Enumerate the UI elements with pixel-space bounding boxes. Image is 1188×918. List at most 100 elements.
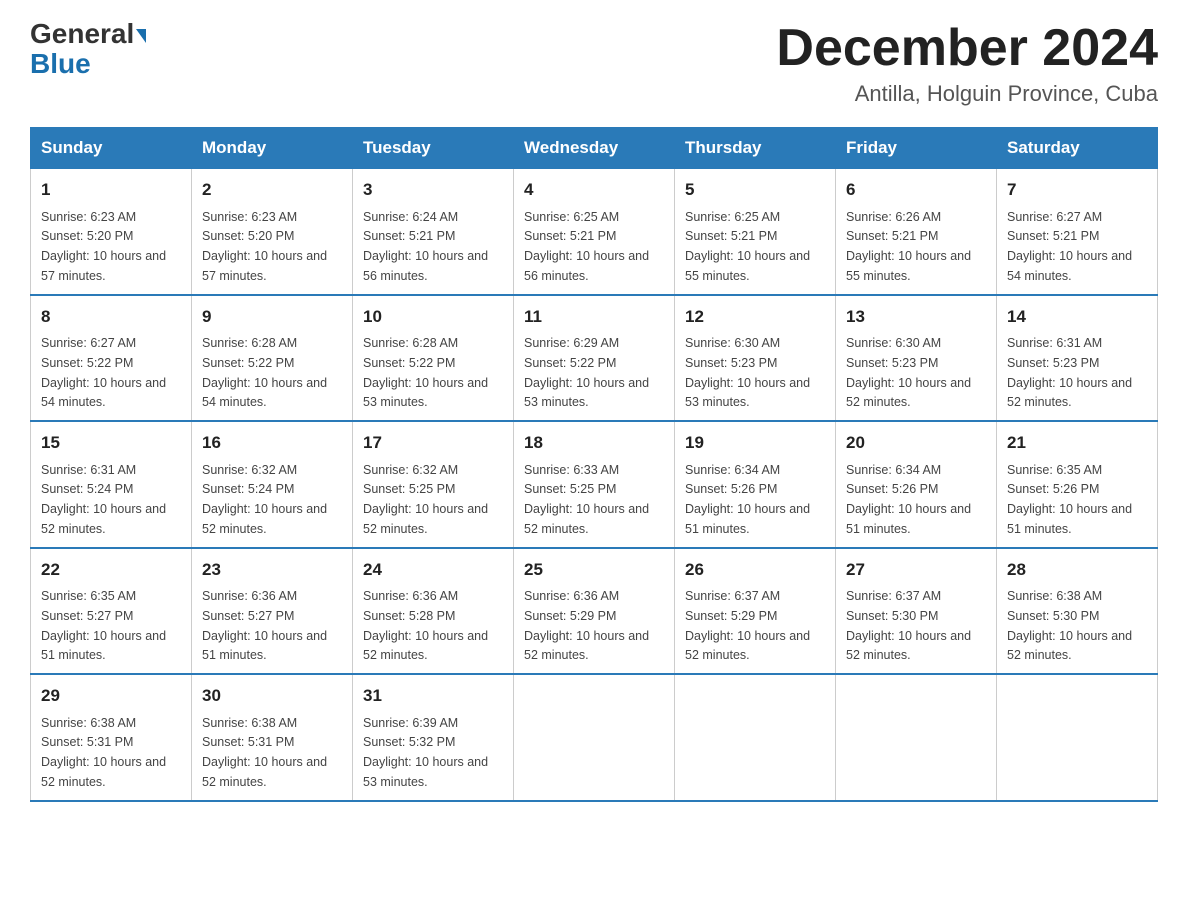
day-cell: 15 Sunrise: 6:31 AM Sunset: 5:24 PM Dayl… [31, 421, 192, 548]
day-number: 13 [846, 304, 986, 330]
day-daylight: Daylight: 10 hours and 57 minutes. [41, 249, 166, 283]
day-number: 30 [202, 683, 342, 709]
day-sunrise: Sunrise: 6:35 AM [41, 589, 136, 603]
day-daylight: Daylight: 10 hours and 53 minutes. [685, 376, 810, 410]
day-sunrise: Sunrise: 6:24 AM [363, 210, 458, 224]
day-number: 19 [685, 430, 825, 456]
day-sunset: Sunset: 5:22 PM [363, 356, 455, 370]
day-daylight: Daylight: 10 hours and 55 minutes. [846, 249, 971, 283]
day-number: 7 [1007, 177, 1147, 203]
day-number: 21 [1007, 430, 1147, 456]
day-number: 23 [202, 557, 342, 583]
day-sunrise: Sunrise: 6:31 AM [41, 463, 136, 477]
day-cell: 16 Sunrise: 6:32 AM Sunset: 5:24 PM Dayl… [192, 421, 353, 548]
logo: General Blue [30, 20, 146, 78]
day-sunset: Sunset: 5:32 PM [363, 735, 455, 749]
logo-general-line: General [30, 20, 146, 48]
day-cell: 29 Sunrise: 6:38 AM Sunset: 5:31 PM Dayl… [31, 674, 192, 801]
column-header-thursday: Thursday [675, 128, 836, 169]
day-sunset: Sunset: 5:28 PM [363, 609, 455, 623]
day-sunrise: Sunrise: 6:38 AM [41, 716, 136, 730]
day-sunset: Sunset: 5:24 PM [202, 482, 294, 496]
day-sunrise: Sunrise: 6:27 AM [1007, 210, 1102, 224]
day-cell: 1 Sunrise: 6:23 AM Sunset: 5:20 PM Dayli… [31, 169, 192, 295]
column-header-sunday: Sunday [31, 128, 192, 169]
day-sunrise: Sunrise: 6:38 AM [1007, 589, 1102, 603]
day-number: 9 [202, 304, 342, 330]
day-sunrise: Sunrise: 6:32 AM [202, 463, 297, 477]
day-cell: 12 Sunrise: 6:30 AM Sunset: 5:23 PM Dayl… [675, 295, 836, 422]
day-number: 11 [524, 304, 664, 330]
day-cell: 24 Sunrise: 6:36 AM Sunset: 5:28 PM Dayl… [353, 548, 514, 675]
day-number: 16 [202, 430, 342, 456]
day-sunset: Sunset: 5:22 PM [524, 356, 616, 370]
day-cell: 18 Sunrise: 6:33 AM Sunset: 5:25 PM Dayl… [514, 421, 675, 548]
day-number: 25 [524, 557, 664, 583]
day-cell: 6 Sunrise: 6:26 AM Sunset: 5:21 PM Dayli… [836, 169, 997, 295]
day-number: 26 [685, 557, 825, 583]
column-header-tuesday: Tuesday [353, 128, 514, 169]
day-number: 20 [846, 430, 986, 456]
day-sunset: Sunset: 5:22 PM [41, 356, 133, 370]
day-number: 2 [202, 177, 342, 203]
day-sunset: Sunset: 5:23 PM [846, 356, 938, 370]
day-cell [836, 674, 997, 801]
day-sunrise: Sunrise: 6:37 AM [685, 589, 780, 603]
day-sunset: Sunset: 5:23 PM [1007, 356, 1099, 370]
day-sunrise: Sunrise: 6:32 AM [363, 463, 458, 477]
logo-general-text: General [30, 18, 146, 49]
location-subtitle: Antilla, Holguin Province, Cuba [776, 81, 1158, 107]
day-sunset: Sunset: 5:31 PM [41, 735, 133, 749]
day-sunrise: Sunrise: 6:27 AM [41, 336, 136, 350]
day-sunrise: Sunrise: 6:38 AM [202, 716, 297, 730]
day-cell [514, 674, 675, 801]
day-cell: 19 Sunrise: 6:34 AM Sunset: 5:26 PM Dayl… [675, 421, 836, 548]
day-daylight: Daylight: 10 hours and 51 minutes. [41, 629, 166, 663]
day-cell: 21 Sunrise: 6:35 AM Sunset: 5:26 PM Dayl… [997, 421, 1158, 548]
day-number: 29 [41, 683, 181, 709]
day-sunrise: Sunrise: 6:25 AM [685, 210, 780, 224]
day-sunset: Sunset: 5:26 PM [1007, 482, 1099, 496]
day-number: 10 [363, 304, 503, 330]
day-sunset: Sunset: 5:22 PM [202, 356, 294, 370]
day-sunrise: Sunrise: 6:30 AM [685, 336, 780, 350]
column-header-saturday: Saturday [997, 128, 1158, 169]
calendar-header-row: SundayMondayTuesdayWednesdayThursdayFrid… [31, 128, 1158, 169]
day-cell: 9 Sunrise: 6:28 AM Sunset: 5:22 PM Dayli… [192, 295, 353, 422]
day-cell: 10 Sunrise: 6:28 AM Sunset: 5:22 PM Dayl… [353, 295, 514, 422]
day-sunset: Sunset: 5:31 PM [202, 735, 294, 749]
column-header-wednesday: Wednesday [514, 128, 675, 169]
day-sunrise: Sunrise: 6:30 AM [846, 336, 941, 350]
day-sunrise: Sunrise: 6:23 AM [202, 210, 297, 224]
day-sunset: Sunset: 5:27 PM [41, 609, 133, 623]
day-sunrise: Sunrise: 6:35 AM [1007, 463, 1102, 477]
day-daylight: Daylight: 10 hours and 52 minutes. [202, 502, 327, 536]
day-daylight: Daylight: 10 hours and 54 minutes. [202, 376, 327, 410]
day-daylight: Daylight: 10 hours and 53 minutes. [363, 376, 488, 410]
day-sunset: Sunset: 5:24 PM [41, 482, 133, 496]
day-cell: 22 Sunrise: 6:35 AM Sunset: 5:27 PM Dayl… [31, 548, 192, 675]
day-sunset: Sunset: 5:30 PM [1007, 609, 1099, 623]
day-sunset: Sunset: 5:20 PM [202, 229, 294, 243]
day-sunset: Sunset: 5:30 PM [846, 609, 938, 623]
day-daylight: Daylight: 10 hours and 52 minutes. [524, 502, 649, 536]
day-sunrise: Sunrise: 6:25 AM [524, 210, 619, 224]
day-number: 28 [1007, 557, 1147, 583]
day-sunset: Sunset: 5:21 PM [685, 229, 777, 243]
day-sunrise: Sunrise: 6:37 AM [846, 589, 941, 603]
day-cell: 23 Sunrise: 6:36 AM Sunset: 5:27 PM Dayl… [192, 548, 353, 675]
day-cell: 26 Sunrise: 6:37 AM Sunset: 5:29 PM Dayl… [675, 548, 836, 675]
calendar-table: SundayMondayTuesdayWednesdayThursdayFrid… [30, 127, 1158, 802]
day-number: 27 [846, 557, 986, 583]
day-sunset: Sunset: 5:27 PM [202, 609, 294, 623]
day-cell: 4 Sunrise: 6:25 AM Sunset: 5:21 PM Dayli… [514, 169, 675, 295]
day-daylight: Daylight: 10 hours and 52 minutes. [846, 376, 971, 410]
day-sunset: Sunset: 5:21 PM [846, 229, 938, 243]
day-cell: 7 Sunrise: 6:27 AM Sunset: 5:21 PM Dayli… [997, 169, 1158, 295]
day-cell: 3 Sunrise: 6:24 AM Sunset: 5:21 PM Dayli… [353, 169, 514, 295]
day-sunrise: Sunrise: 6:31 AM [1007, 336, 1102, 350]
day-daylight: Daylight: 10 hours and 57 minutes. [202, 249, 327, 283]
day-daylight: Daylight: 10 hours and 51 minutes. [202, 629, 327, 663]
day-cell: 5 Sunrise: 6:25 AM Sunset: 5:21 PM Dayli… [675, 169, 836, 295]
day-daylight: Daylight: 10 hours and 56 minutes. [524, 249, 649, 283]
